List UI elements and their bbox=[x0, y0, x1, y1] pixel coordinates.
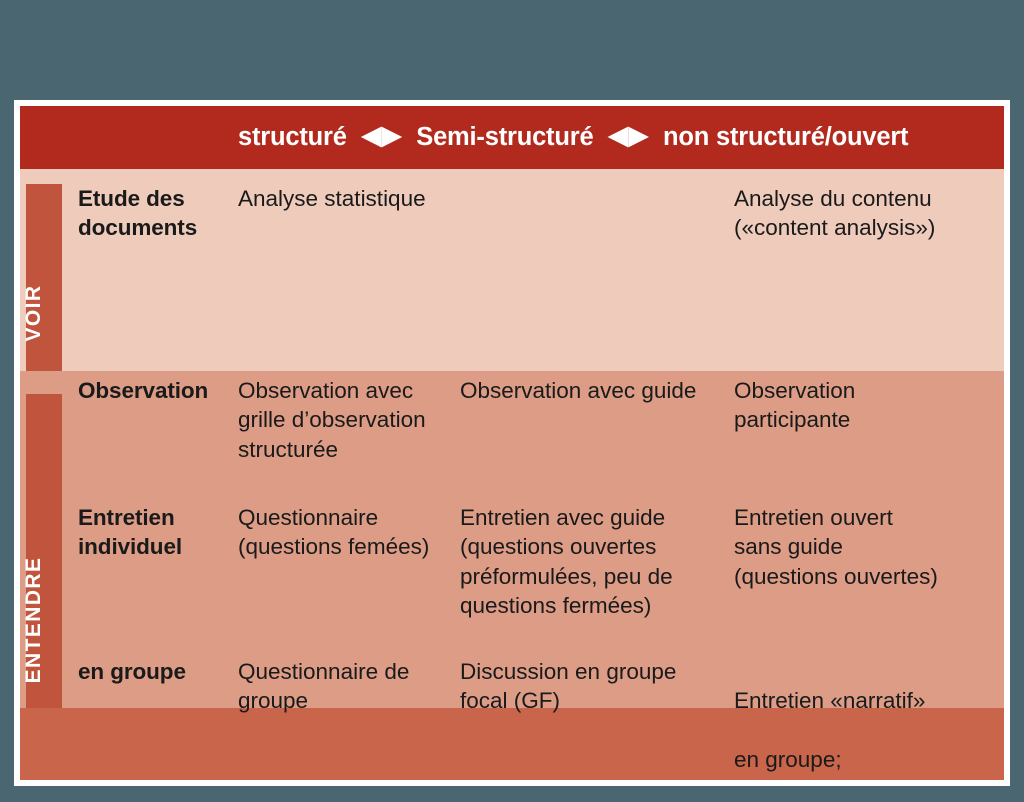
header-non-structure: non structuré/ouvert bbox=[662, 123, 909, 151]
cell-groupe-ouvert-line2: en groupe; bbox=[734, 746, 842, 772]
cell-etude-structure: Analyse statistique bbox=[238, 186, 426, 211]
table-row: Etude des documents Analyse statistique … bbox=[78, 184, 1004, 243]
methods-matrix: structuré ◀▶ Semi-structuré ◀▶ non struc… bbox=[20, 106, 1004, 780]
cell-entretien-semi: Entretien avec guide (questions ouvertes… bbox=[460, 505, 673, 618]
cell-observation-ouvert: Observation participante bbox=[734, 378, 856, 433]
row-label-observation: Observation bbox=[78, 378, 209, 403]
row-label-entretien-individuel: Entretien individuel bbox=[78, 505, 183, 560]
cell-groupe-ouvert: Entretien «narratif» en groupe; 2e parti… bbox=[734, 657, 1004, 780]
rail-voir: VOIR bbox=[22, 184, 62, 371]
table-row: en groupe Questionnaire de groupe Discus… bbox=[78, 657, 1004, 780]
cell-observation-structure: Observation avec grille d’observation st… bbox=[238, 378, 426, 462]
header-row: structuré ◀▶ Semi-structuré ◀▶ non struc… bbox=[20, 106, 1004, 169]
header-structure: structuré bbox=[238, 123, 347, 151]
row-label-etude-des-documents: Etude des documents bbox=[78, 186, 198, 241]
rail-entendre: ENTENDRE bbox=[22, 394, 62, 708]
table-row: Entretien individuel Questionnaire (ques… bbox=[78, 503, 1004, 620]
row-label-en-groupe: en groupe bbox=[78, 659, 186, 684]
table-row: Observation Observation avec grille d’ob… bbox=[78, 376, 1004, 464]
cell-observation-semi: Observation avec guide bbox=[460, 378, 697, 403]
cell-entretien-ouvert: Entretien ouvert sans guide (questions o… bbox=[734, 505, 938, 589]
rail-voir-label: VOIR bbox=[22, 284, 45, 342]
arrow-left-right-icon-2: ◀▶ bbox=[607, 120, 649, 150]
cell-etude-ouvert: Analyse du contenu («content analysis») bbox=[734, 186, 936, 241]
cell-groupe-ouvert-line1: Entretien «narratif» bbox=[734, 688, 926, 714]
cell-entretien-structure: Questionnaire (questions femées) bbox=[238, 505, 430, 560]
header-semi-structure: Semi-structuré bbox=[416, 123, 594, 151]
cell-groupe-semi: Discussion en groupe focal (GF) bbox=[460, 659, 677, 714]
page-frame: structuré ◀▶ Semi-structuré ◀▶ non struc… bbox=[14, 100, 1010, 786]
cell-groupe-structure: Questionnaire de groupe bbox=[238, 659, 410, 714]
rail-entendre-label: ENTENDRE bbox=[22, 556, 45, 684]
arrow-left-right-icon-1: ◀▶ bbox=[360, 120, 403, 150]
